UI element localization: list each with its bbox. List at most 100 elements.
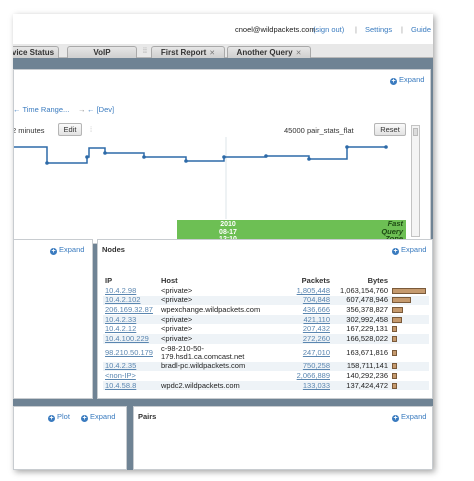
column-header-packets[interactable]: Packets <box>279 275 332 286</box>
bytes-bar-cell <box>390 295 429 306</box>
bytes-bar-cell <box>390 371 429 381</box>
bytes-bar <box>392 297 411 304</box>
expand-button[interactable]: + Expand <box>390 75 424 85</box>
bytes-cell: 163,671,816 <box>346 347 388 357</box>
column-header-ip[interactable]: IP <box>103 275 159 286</box>
bytes-bar <box>392 363 397 370</box>
packets-cell[interactable]: 750,258 <box>279 361 332 372</box>
expand-label: Expand <box>90 412 116 421</box>
divider: → <box>78 105 86 114</box>
sign-out-link[interactable]: (sign out) <box>313 25 344 34</box>
table-row[interactable]: 10.4.2.98 <private> 1,805,448 1,063,154,760 <box>103 286 429 296</box>
edit-button[interactable]: Edit <box>58 123 82 136</box>
plot-label: Plot <box>57 412 70 421</box>
table-row[interactable]: 98.210.50.179 c-98-210-50-179.hsd1.ca.com… <box>103 344 429 362</box>
packets-cell[interactable]: 704,848 <box>279 295 332 306</box>
plus-circle-icon: + <box>392 248 399 255</box>
table-row[interactable]: <non-IP> 2,066,889 140,292,236 <box>103 371 429 381</box>
expand-button[interactable]: + Expand <box>81 412 115 422</box>
guide-link[interactable]: Guide <box>411 25 431 34</box>
tab-grip-icon[interactable]: ⁞⁞ <box>143 48 147 55</box>
table-row[interactable]: 10.4.100.229 <private> 272,260 166,528,022 <box>103 333 429 344</box>
data-point[interactable] <box>85 155 89 159</box>
ip-cell[interactable]: 206.169.32.87 <box>103 305 159 315</box>
toolbar-separator: ⁞ <box>90 125 93 134</box>
reset-button[interactable]: Reset <box>374 123 406 136</box>
bytes-bar-cell <box>390 314 429 325</box>
expand-button[interactable]: + Expand <box>50 245 84 255</box>
tab-label: vice Status <box>13 48 55 57</box>
top-bar: cnoel@wildpackets.com (sign out) | Setti… <box>13 14 433 44</box>
pairs-panel: Pairs + Expand <box>133 406 433 470</box>
packets-cell[interactable]: 2,066,889 <box>279 371 332 381</box>
separator: | <box>355 25 357 34</box>
ip-cell[interactable]: 98.210.50.179 <box>103 344 159 362</box>
ip-cell[interactable]: 10.4.2.12 <box>103 324 159 334</box>
host-cell <box>159 371 279 381</box>
data-point[interactable] <box>142 155 146 159</box>
time-range-link[interactable]: ← Time Range... <box>14 105 69 114</box>
nodes-panel: Nodes + Expand IP Host Packets Bytes 10.4… <box>97 239 433 399</box>
data-point[interactable] <box>307 157 311 161</box>
column-header-bytes[interactable]: Bytes <box>332 275 390 286</box>
tab-first-report[interactable]: First Report ✕ <box>151 46 225 58</box>
tab-label: Another Query <box>236 48 293 57</box>
dev-link[interactable]: ← [Dev] <box>87 105 114 114</box>
ip-cell[interactable]: <non-IP> <box>103 371 159 381</box>
tab-another-query[interactable]: Another Query ✕ <box>227 46 311 58</box>
packets-cell[interactable]: 272,260 <box>279 333 332 344</box>
close-icon[interactable]: ✕ <box>296 50 302 57</box>
table-row[interactable]: 206.169.32.87 wpexchange.wildpackets.com 4… <box>103 305 429 315</box>
bytes-cell: 356,378,827 <box>346 305 388 314</box>
data-point[interactable] <box>222 155 226 159</box>
ip-cell[interactable]: 10.4.58.8 <box>103 380 159 391</box>
packets-cell[interactable]: 421,110 <box>279 314 332 325</box>
plus-circle-icon: + <box>390 78 397 85</box>
column-header-host[interactable]: Host <box>159 275 279 286</box>
zone-day: 08-17 <box>219 228 237 236</box>
traffic-chart[interactable] <box>14 137 408 219</box>
ip-cell[interactable]: 10.4.100.229 <box>103 333 159 344</box>
nodes-table: IP Host Packets Bytes 10.4.2.98 <private>… <box>103 275 429 391</box>
close-icon[interactable]: ✕ <box>209 50 215 57</box>
data-point[interactable] <box>384 145 388 149</box>
data-point[interactable] <box>345 145 349 149</box>
data-point[interactable] <box>45 161 49 165</box>
expand-label: Expand <box>399 75 425 84</box>
tab-voip[interactable]: VoIP <box>67 46 137 58</box>
host-cell: <private> <box>159 295 279 306</box>
packets-cell[interactable]: 1,805,448 <box>279 286 332 296</box>
table-row[interactable]: 10.4.2.35 bradl-pc.wildpackets.com 750,258… <box>103 361 429 372</box>
ip-cell[interactable]: 10.4.2.35 <box>103 361 159 372</box>
settings-link[interactable]: Settings <box>365 25 392 34</box>
expand-label: Expand <box>401 245 427 254</box>
bottom-left-panel: + Plot + Expand <box>13 406 127 470</box>
packets-cell[interactable]: 247,010 <box>279 344 332 362</box>
data-point[interactable] <box>264 154 268 158</box>
bytes-bar-cell <box>390 305 429 315</box>
data-point[interactable] <box>184 159 188 163</box>
data-point[interactable] <box>103 151 107 155</box>
left-panel: + Expand <box>13 239 93 399</box>
table-row[interactable]: 10.4.2.33 <private> 421,110 302,992,458 <box>103 314 429 325</box>
plot-button[interactable]: + Plot <box>48 412 70 422</box>
packets-cell[interactable]: 207,432 <box>279 324 332 334</box>
bytes-bar-cell <box>390 380 429 391</box>
table-row[interactable]: 10.4.2.102 <private> 704,848 607,478,946 <box>103 295 429 306</box>
table-row[interactable]: 10.4.2.12 <private> 207,432 167,229,131 <box>103 324 429 334</box>
tab-bar: vice Status VoIP ⁞⁞ First Report ✕ Anothe… <box>13 44 433 58</box>
bytes-bar-cell <box>390 361 429 372</box>
zone-year: 2010 <box>220 221 236 228</box>
ip-cell[interactable]: 10.4.2.98 <box>103 286 159 296</box>
packets-cell[interactable]: 133,033 <box>279 380 332 391</box>
expand-button[interactable]: + Expand <box>392 245 426 255</box>
ip-cell[interactable]: 10.4.2.102 <box>103 295 159 306</box>
host-cell: <private> <box>161 324 193 334</box>
ip-cell[interactable]: 10.4.2.33 <box>103 314 159 325</box>
tab-device-status[interactable]: vice Status <box>13 46 59 58</box>
packets-cell[interactable]: 436,666 <box>279 305 332 315</box>
expand-button[interactable]: + Expand <box>392 412 426 422</box>
table-row[interactable]: 10.4.58.8 wpdc2.wildpackets.com 133,033 137… <box>103 380 429 391</box>
scrollbar-thumb[interactable] <box>413 128 418 136</box>
vertical-scrollbar[interactable] <box>411 125 420 237</box>
